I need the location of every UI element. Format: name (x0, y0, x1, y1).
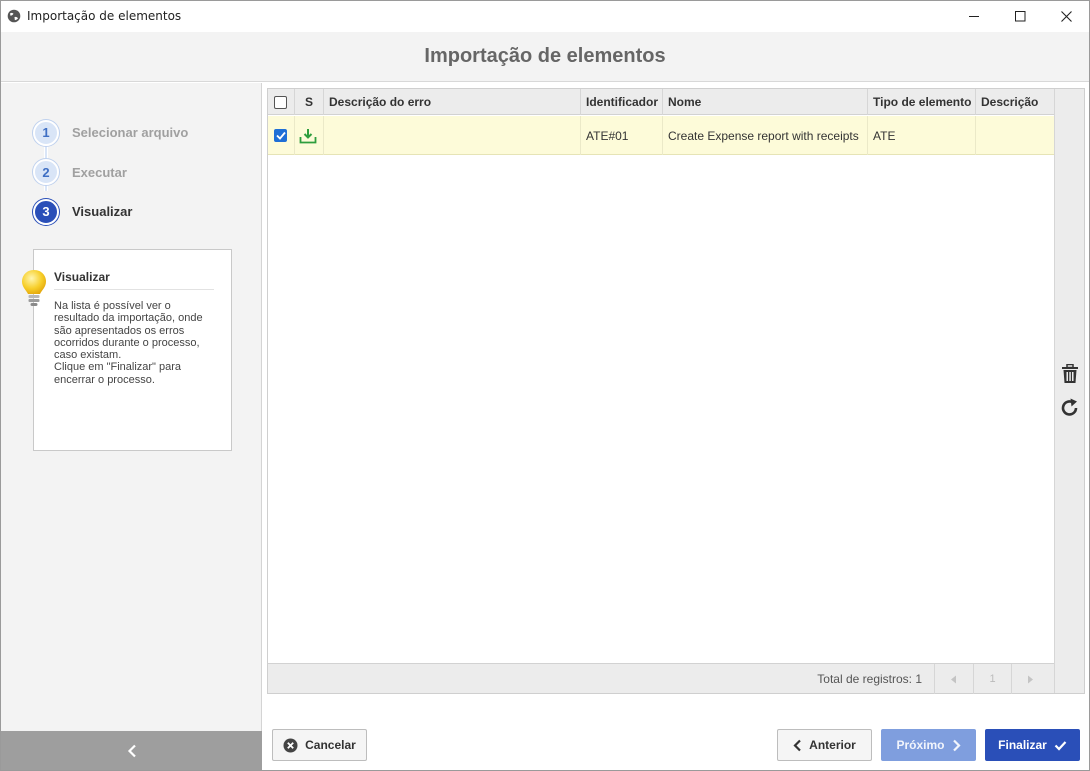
wizard-steps: 1 Selecionar arquivo 2 Executar 3 Visual… (33, 113, 188, 232)
finish-button[interactable]: Finalizar (985, 729, 1080, 761)
step-select-file: 1 Selecionar arquivo (33, 113, 188, 153)
row-identifier: ATE#01 (581, 116, 663, 155)
page-header: Importação de elementos (1, 32, 1089, 82)
column-header-identifier[interactable]: Identificador (581, 89, 663, 115)
caret-left-icon (951, 675, 956, 683)
grid-header: S Descrição do erro Identificador Nome T… (268, 89, 1054, 115)
results-grid: S Descrição do erro Identificador Nome T… (267, 88, 1085, 694)
column-header-name[interactable]: Nome (663, 89, 868, 115)
caret-right-icon (1028, 675, 1033, 683)
help-box: Visualizar Na lista é possível ver o res… (22, 249, 232, 451)
next-page-button[interactable] (1011, 664, 1049, 694)
checkmark-icon (275, 131, 286, 140)
page-title: Importação de elementos (424, 45, 666, 67)
refresh-button[interactable] (1060, 397, 1080, 419)
next-label: Próximo (896, 738, 945, 752)
column-header-element-type[interactable]: Tipo de elemento (868, 89, 976, 115)
grid-footer: Total de registros: 1 1 (268, 663, 1054, 694)
minimize-button[interactable] (951, 1, 997, 32)
chevron-left-icon (127, 744, 136, 758)
cancel-label: Cancelar (305, 738, 356, 752)
column-header-error-description[interactable]: Descrição do erro (324, 89, 581, 115)
import-window: Importação de elementos Importação de el… (0, 0, 1090, 771)
column-header-description[interactable]: Descrição (976, 89, 1054, 115)
step-number: 1 (33, 119, 59, 146)
import-success-icon (299, 128, 317, 143)
globe-icon (7, 9, 21, 23)
step-label: Visualizar (72, 204, 133, 220)
step-label: Selecionar arquivo (72, 125, 189, 141)
row-name: Create Expense report with receipts (663, 116, 868, 155)
chevron-right-icon (952, 739, 961, 751)
row-status-cell (295, 116, 324, 155)
delete-button[interactable] (1060, 363, 1080, 385)
step-execute: 2 Executar (33, 153, 188, 193)
previous-button[interactable]: Anterior (777, 729, 872, 761)
trash-icon (1062, 364, 1078, 383)
close-button[interactable] (1043, 1, 1089, 32)
cancel-button[interactable]: Cancelar (272, 729, 367, 761)
row-select-cell (268, 116, 295, 155)
chevron-left-icon (793, 739, 801, 751)
checkmark-icon (1054, 740, 1067, 751)
window-title: Importação de elementos (27, 9, 182, 23)
select-all-checkbox[interactable] (274, 95, 287, 109)
help-divider (54, 289, 214, 290)
previous-page-button[interactable] (934, 664, 972, 694)
row-checkbox[interactable] (274, 129, 287, 142)
total-records: Total de registros: 1 (817, 672, 922, 686)
close-icon (1060, 11, 1072, 22)
refresh-icon (1061, 398, 1078, 416)
row-error-description (324, 116, 581, 155)
previous-label: Anterior (809, 738, 856, 752)
page-number[interactable]: 1 (973, 664, 1011, 694)
wizard-panel: 1 Selecionar arquivo 2 Executar 3 Visual… (1, 83, 262, 770)
step-number: 2 (33, 159, 59, 186)
step-view: 3 Visualizar (33, 192, 188, 232)
cancel-icon (283, 738, 298, 752)
maximize-icon (1014, 11, 1025, 22)
row-description (976, 116, 1054, 155)
row-element-type: ATE (868, 116, 976, 155)
collapse-panel-button[interactable] (1, 731, 262, 770)
select-all-cell (268, 89, 295, 115)
grid-toolbar (1054, 89, 1084, 693)
next-button[interactable]: Próximo (881, 729, 976, 761)
help-text: Na lista é possível ver o resultado da i… (54, 300, 203, 386)
finish-label: Finalizar (998, 738, 1047, 752)
maximize-button[interactable] (997, 1, 1043, 32)
column-header-status[interactable]: S (295, 89, 324, 115)
title-bar: Importação de elementos (1, 1, 1089, 32)
step-number: 3 (33, 198, 59, 225)
help-title: Visualizar (54, 270, 110, 284)
minimize-icon (968, 16, 979, 17)
lightbulb-icon (22, 270, 46, 306)
step-label: Executar (72, 164, 127, 180)
table-row[interactable]: ATE#01 Create Expense report with receip… (268, 116, 1054, 155)
